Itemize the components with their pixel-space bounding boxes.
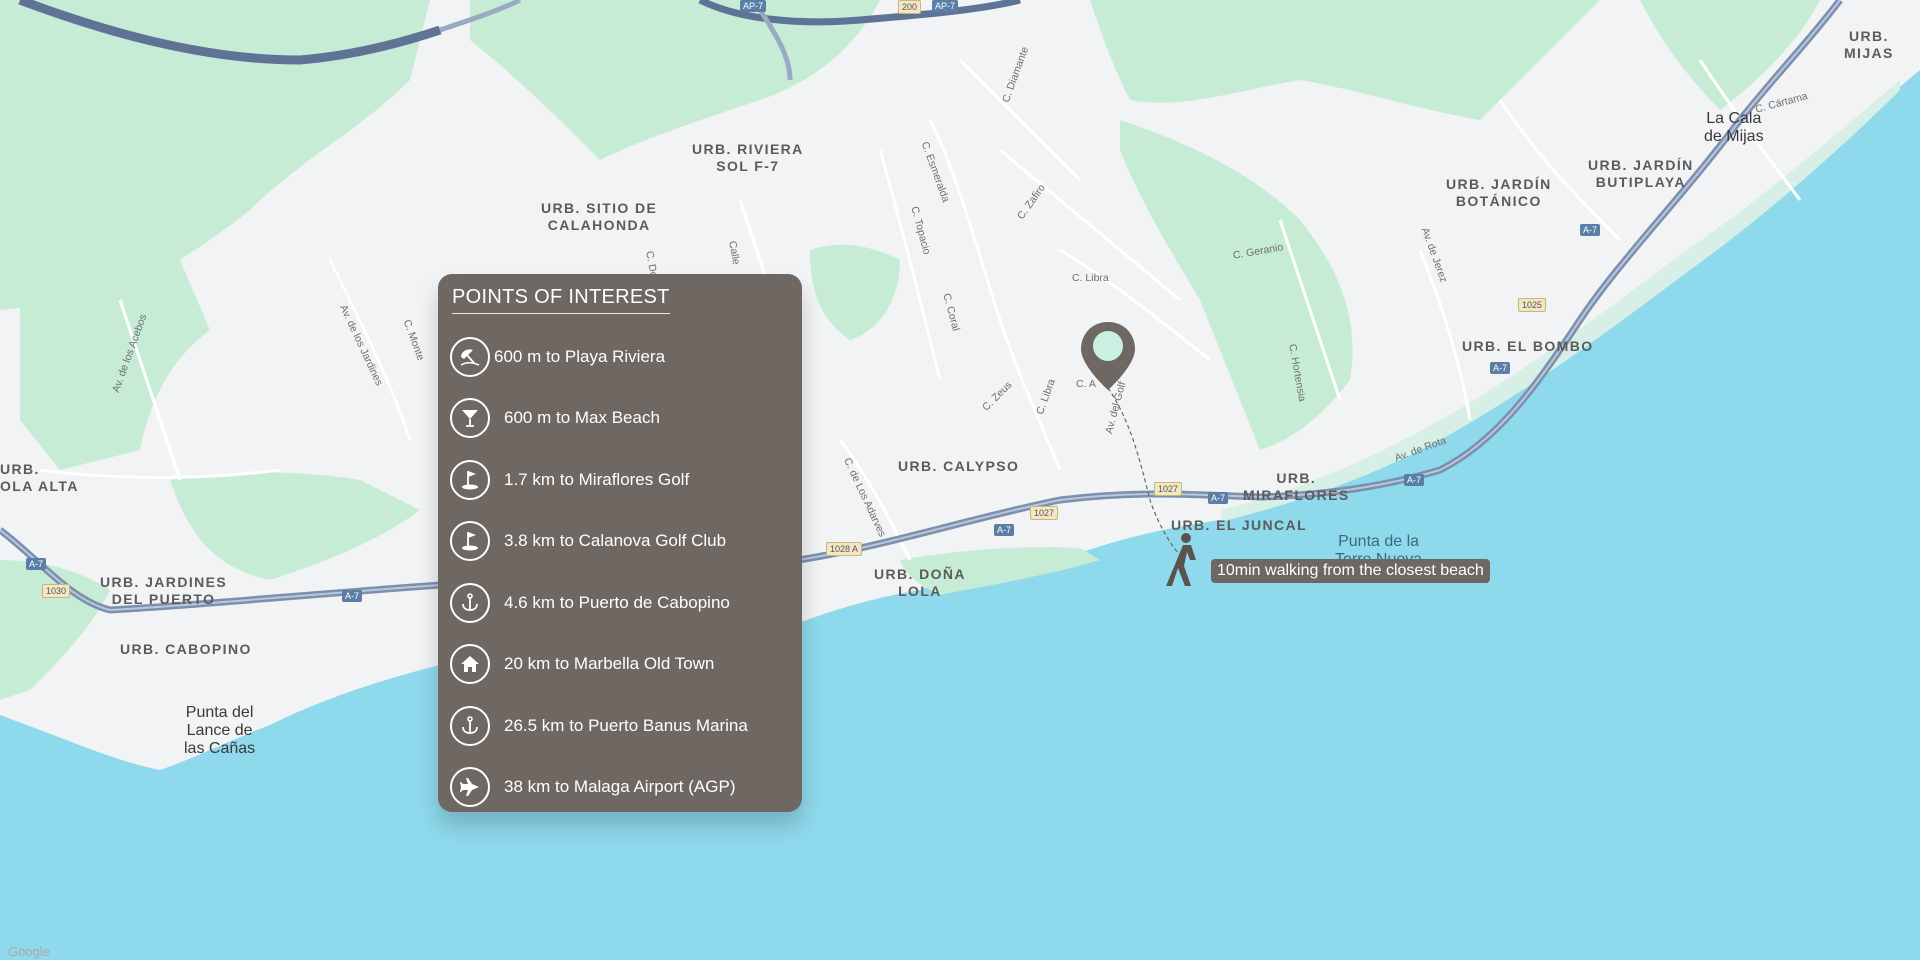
poi-item[interactable]: 600 m to Playa Riviera bbox=[450, 326, 792, 388]
road-shield-a7: A-7 bbox=[1208, 492, 1229, 504]
beach-umbrella-icon bbox=[450, 336, 490, 377]
label-urb-riviera: URB. RIVIERA SOL F-7 bbox=[692, 141, 804, 174]
poi-panel-title: POINTS OF INTEREST bbox=[452, 286, 670, 314]
label-la-cala: La Cala de Mijas bbox=[1704, 110, 1764, 145]
road-shield-1025: 1025 bbox=[1518, 298, 1547, 312]
poi-label: 38 km to Malaga Airport (AGP) bbox=[504, 777, 736, 797]
poi-label: 20 km to Marbella Old Town bbox=[504, 654, 715, 674]
google-logo: Google bbox=[8, 944, 50, 959]
cocktail-glass-icon bbox=[450, 398, 490, 439]
golf-flag-icon bbox=[450, 521, 490, 562]
road-shield-1028a: 1028 A bbox=[826, 542, 863, 556]
poi-label: 4.6 km to Puerto de Cabopino bbox=[504, 592, 730, 612]
poi-item[interactable]: 38 km to Malaga Airport (AGP) bbox=[450, 757, 792, 819]
street-label: C. Libra bbox=[1072, 272, 1109, 284]
label-urb-el-juncal: URB. EL JUNCAL bbox=[1171, 517, 1308, 533]
label-urb-cabopino: URB. CABOPINO bbox=[120, 641, 252, 657]
label-urb-sitio-calahonda: URB. SITIO DE CALAHONDA bbox=[541, 200, 658, 233]
street-label: C. A bbox=[1076, 378, 1096, 390]
label-urb-miraflores: URB. MIRAFLORES bbox=[1243, 470, 1350, 503]
poi-item[interactable]: 26.5 km to Puerto Banus Marina bbox=[450, 695, 792, 757]
road-shield-a7: A-7 bbox=[1404, 474, 1425, 486]
house-icon bbox=[450, 644, 490, 685]
anchor-icon bbox=[450, 705, 490, 746]
label-urb-jardin-botanico: URB. JARDÍN BOTÁNICO bbox=[1446, 176, 1552, 209]
road-shield-1027: 1027 bbox=[1154, 482, 1183, 496]
airplane-icon bbox=[450, 767, 490, 808]
road-shield-a7: A-7 bbox=[26, 558, 47, 570]
anchor-icon bbox=[450, 582, 490, 623]
road-shield-ap7: AP-7 bbox=[932, 0, 959, 12]
label-urb-jardines: URB. JARDINES DEL PUERTO bbox=[100, 574, 228, 607]
road-shield-1030: 1030 bbox=[42, 584, 71, 598]
road-shield-a7: A-7 bbox=[1580, 224, 1601, 236]
label-urb-ola-alta: URB. OLA ALTA bbox=[0, 461, 79, 494]
road-shield-1027: 1027 bbox=[1030, 506, 1059, 520]
label-punta-lance: Punta del Lance de las Cañas bbox=[184, 704, 256, 757]
map-canvas[interactable] bbox=[0, 0, 1920, 960]
golf-flag-icon bbox=[450, 459, 490, 500]
road-shield-a7: A-7 bbox=[994, 524, 1015, 536]
road-shield-a7: A-7 bbox=[1490, 362, 1511, 374]
poi-label: 26.5 km to Puerto Banus Marina bbox=[504, 715, 748, 735]
label-urb-calypso: URB. CALYPSO bbox=[898, 458, 1020, 474]
points-of-interest-panel: POINTS OF INTEREST 600 m to Playa Rivier… bbox=[438, 274, 802, 812]
label-urb-dona-lola: URB. DOÑA LOLA bbox=[874, 566, 966, 599]
poi-label: 3.8 km to Calanova Golf Club bbox=[504, 531, 727, 551]
poi-item[interactable]: 600 m to Max Beach bbox=[450, 388, 792, 450]
walking-distance-label: 10min walking from the closest beach bbox=[1211, 559, 1490, 583]
poi-label: 600 m to Playa Riviera bbox=[494, 346, 666, 366]
road-shield-a7: A-7 bbox=[342, 590, 363, 602]
poi-item[interactable]: 20 km to Marbella Old Town bbox=[450, 634, 792, 696]
road-shield-ap7: AP-7 bbox=[740, 0, 767, 12]
poi-label: 600 m to Max Beach bbox=[504, 408, 660, 428]
label-urb-jardin-butiplaya: URB. JARDÍN BUTIPLAYA bbox=[1588, 157, 1694, 190]
label-urb-mijas: URB. MIJAS bbox=[1844, 28, 1894, 61]
poi-item[interactable]: 4.6 km to Puerto de Cabopino bbox=[450, 572, 792, 634]
poi-item[interactable]: 3.8 km to Calanova Golf Club bbox=[450, 511, 792, 573]
poi-item[interactable]: 1.7 km to Miraflores Golf bbox=[450, 449, 792, 511]
poi-list: 600 m to Playa Riviera 600 m to Max Beac… bbox=[450, 326, 792, 818]
poi-label: 1.7 km to Miraflores Golf bbox=[504, 469, 690, 489]
road-shield-200: 200 bbox=[898, 0, 922, 14]
label-urb-el-bombo: URB. EL BOMBO bbox=[1462, 338, 1594, 354]
